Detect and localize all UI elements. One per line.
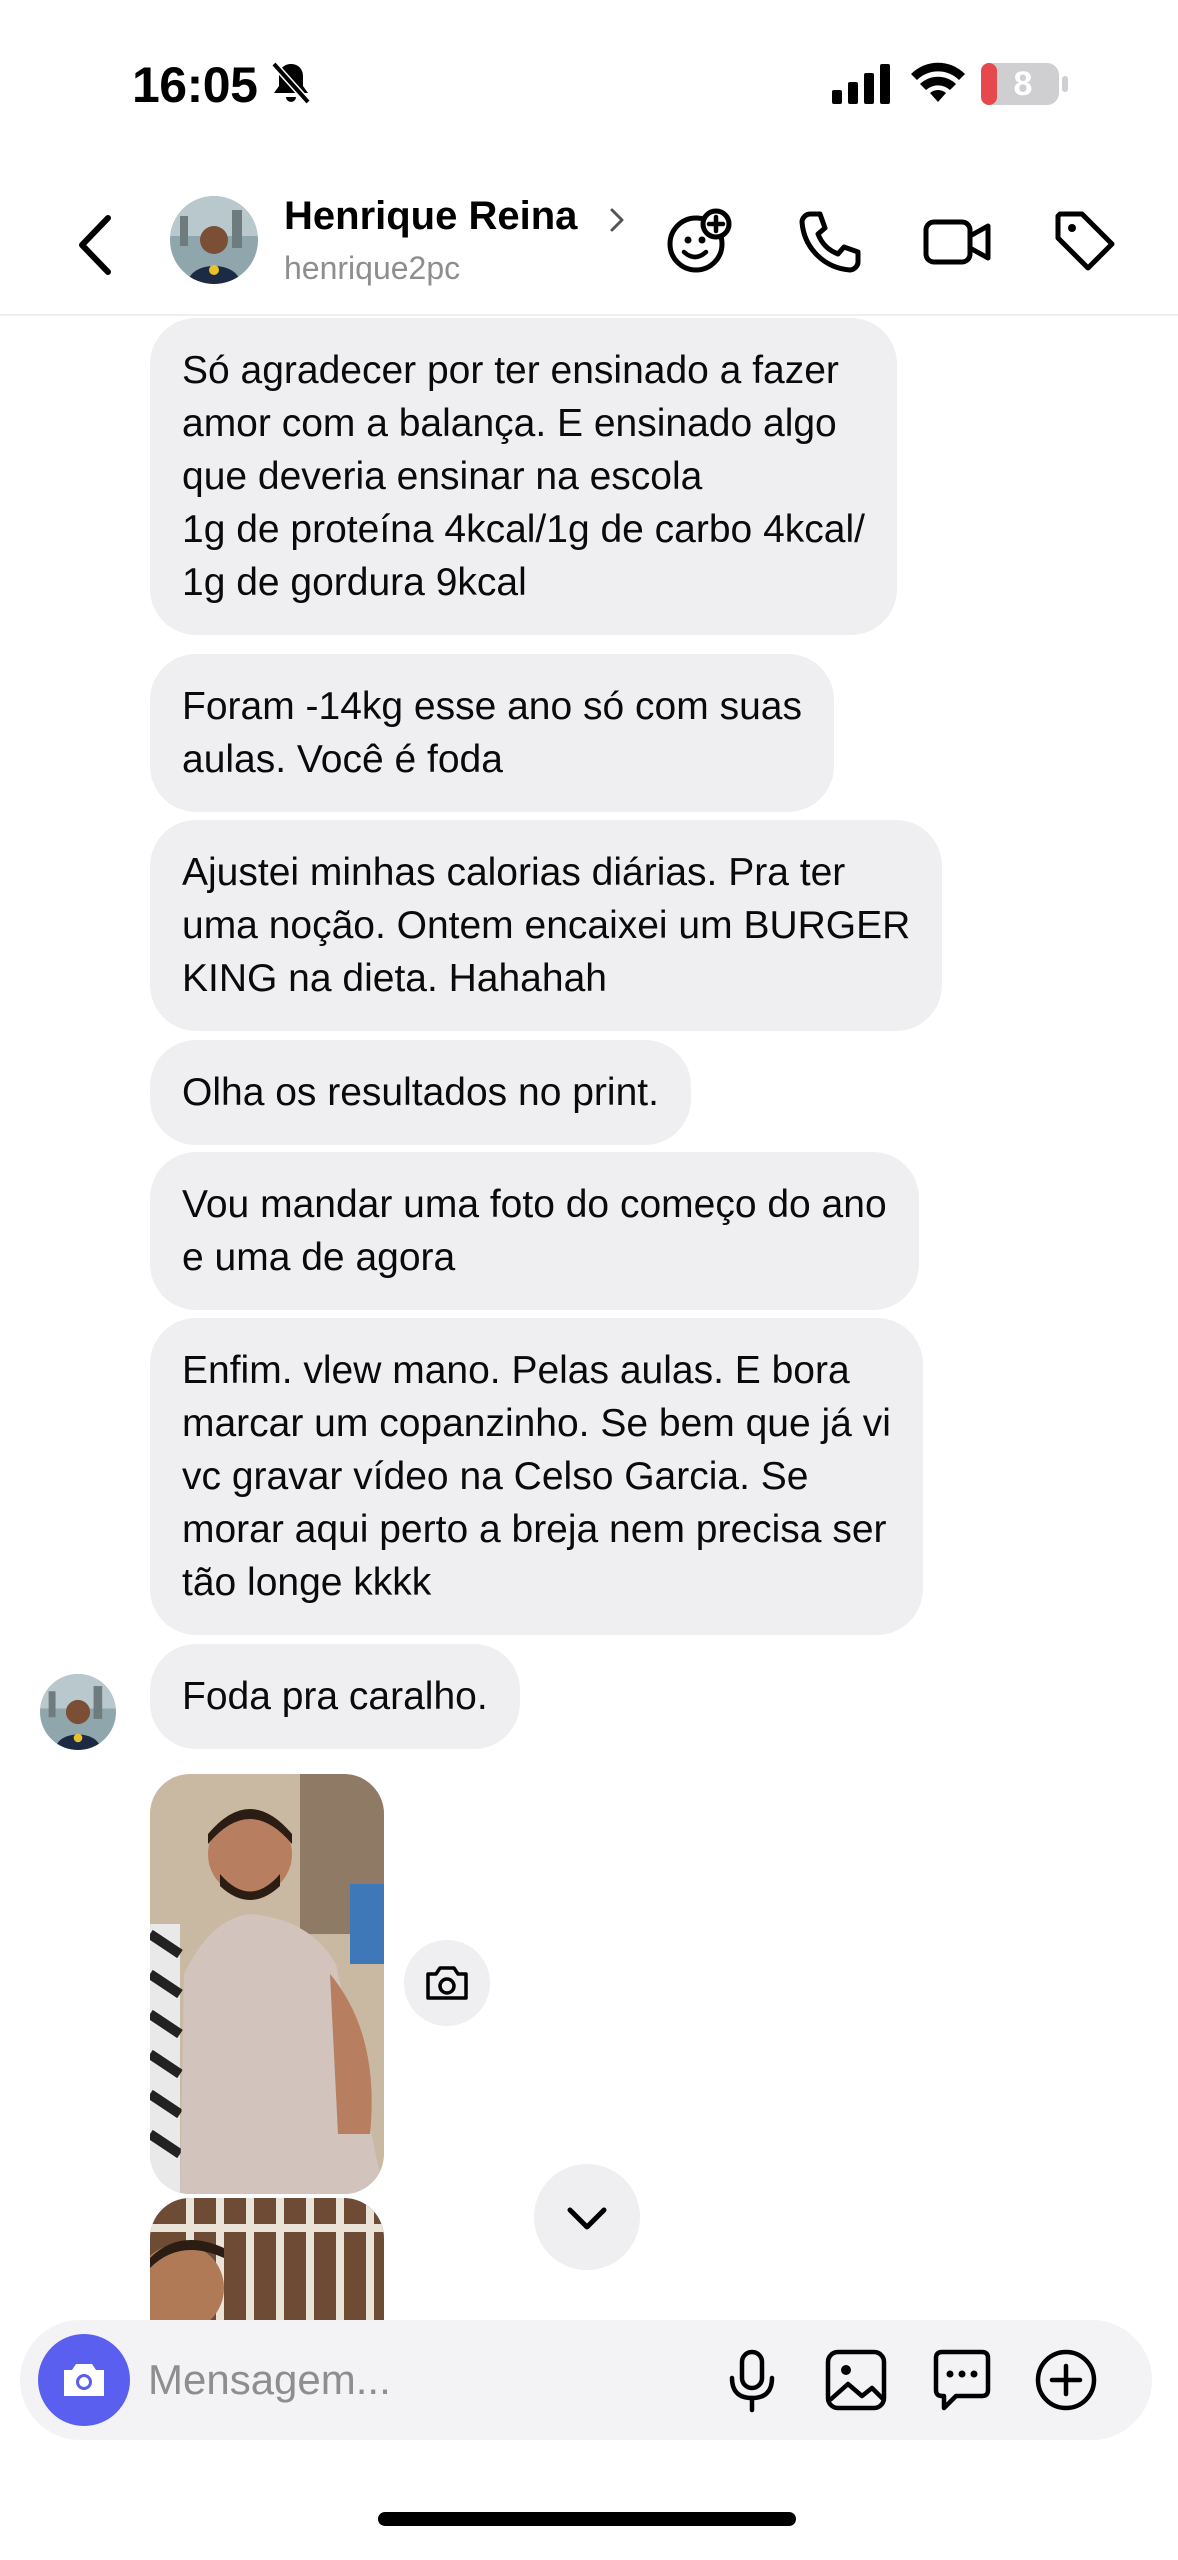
sticker-icon[interactable]: [926, 2344, 998, 2416]
message-composer: Mensagem...: [20, 2320, 1152, 2440]
contact-username[interactable]: henrique2pc: [284, 250, 460, 287]
photo-image: [150, 2198, 384, 2320]
chat-header: Henrique Reina henrique2pc: [0, 170, 1178, 316]
avatar-photo-icon: [170, 196, 258, 284]
back-arrow-icon[interactable]: [70, 210, 120, 280]
shared-photo[interactable]: [150, 1774, 384, 2194]
message-bubble[interactable]: Olha os resultados no print.: [150, 1040, 691, 1145]
avatar-photo-icon: [40, 1674, 116, 1750]
message-bubble[interactable]: Foda pra caralho.: [150, 1644, 520, 1749]
gallery-icon[interactable]: [820, 2344, 892, 2416]
status-bar: 16:05 8: [0, 0, 1178, 170]
message-bubble[interactable]: Ajustei minhas calorias diárias. Pra ter…: [150, 820, 943, 1031]
effects-icon[interactable]: [664, 206, 734, 276]
home-indicator[interactable]: [378, 2512, 796, 2526]
contact-avatar[interactable]: [170, 196, 258, 284]
camera-reply-icon[interactable]: [404, 1940, 490, 2026]
signal-icon: [832, 64, 890, 104]
scroll-down-button[interactable]: [534, 2164, 640, 2270]
chevron-right-icon[interactable]: [606, 200, 630, 240]
battery-level: 8: [1013, 65, 1033, 103]
camera-button[interactable]: [38, 2334, 130, 2426]
wifi-icon: [911, 62, 965, 102]
bell-slash-icon: [271, 61, 311, 105]
photo-image: [150, 1774, 384, 2194]
tag-icon[interactable]: [1050, 206, 1120, 276]
shared-photo[interactable]: [150, 2198, 384, 2320]
message-bubble[interactable]: Foram -14kg esse ano só com suas aulas. …: [150, 654, 834, 812]
contact-name[interactable]: Henrique Reina: [284, 194, 577, 239]
message-bubble[interactable]: Só agradecer por ter ensinado a fazer am…: [150, 318, 897, 635]
message-bubble[interactable]: Enfim. vlew mano. Pelas aulas. E bora ma…: [150, 1318, 923, 1635]
message-bubble[interactable]: Vou mandar uma foto do começo do ano e u…: [150, 1152, 919, 1310]
sender-avatar[interactable]: [40, 1674, 116, 1750]
video-icon[interactable]: [922, 206, 992, 276]
microphone-icon[interactable]: [716, 2344, 788, 2416]
message-thread[interactable]: Só agradecer por ter ensinado a fazer am…: [0, 318, 1178, 2320]
camera-icon: [64, 2364, 104, 2396]
status-time: 16:05: [132, 57, 258, 113]
message-input[interactable]: Mensagem...: [148, 2356, 391, 2404]
plus-icon[interactable]: [1030, 2344, 1102, 2416]
phone-icon[interactable]: [794, 206, 864, 276]
